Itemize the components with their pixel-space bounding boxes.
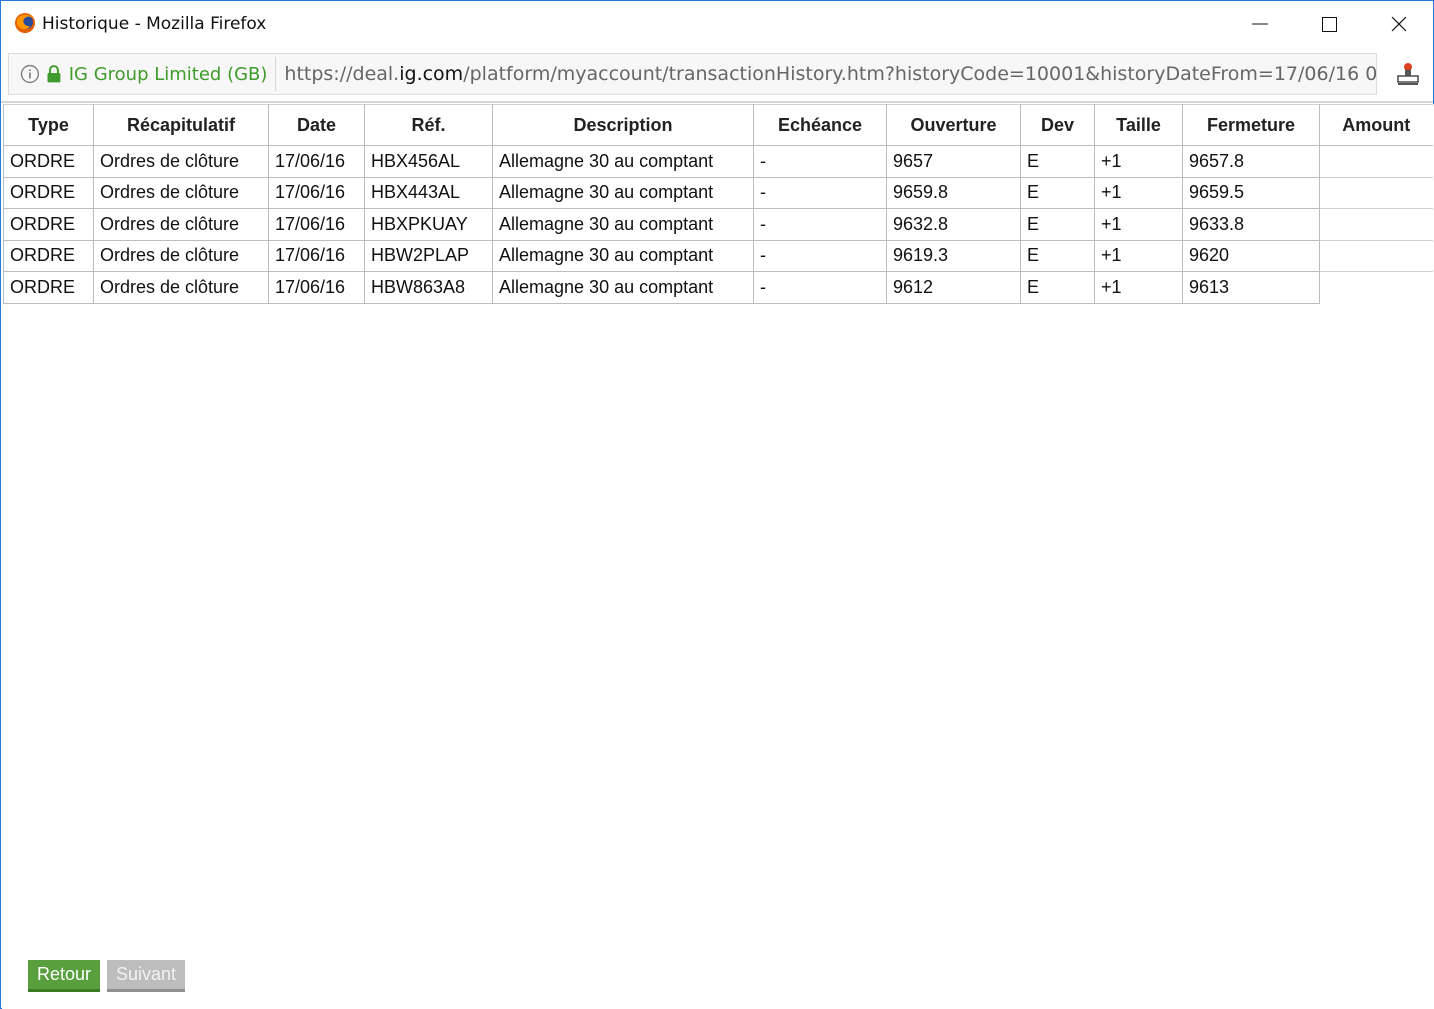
table-cell: E (1020, 239, 1095, 272)
table-cell: 9657.8 (1182, 145, 1320, 178)
table-cell: ORDRE (3, 208, 94, 241)
table-cell: ORDRE (3, 176, 94, 209)
column-header: Dev (1020, 104, 1095, 146)
site-identity[interactable]: IG Group Limited (GB) (69, 64, 268, 85)
url-prefix: https://deal. (284, 63, 400, 85)
table-cell: 9657 (886, 145, 1021, 178)
navigation-bar: IG Group Limited (GB) https://deal.ig.co… (1, 47, 1433, 103)
table-cell: 9613 (1182, 271, 1320, 304)
transaction-history-table: Type Récapitulatif Date Réf. Description Eché… (3, 104, 1433, 304)
amount-cell (1319, 176, 1433, 209)
table-cell: Ordres de clôture (93, 271, 269, 304)
info-icon[interactable] (20, 64, 40, 84)
lock-icon (47, 65, 61, 83)
table-cell: 17/06/16 (268, 176, 365, 209)
amount-cell (1319, 145, 1433, 177)
table-row: ORDRE Ordres de clôture 17/06/16 HBW2PLAP Al… (3, 239, 1433, 272)
table-cell: Ordres de clôture (93, 145, 269, 178)
maximize-icon (1321, 16, 1337, 32)
table-cell: 9612 (886, 271, 1021, 304)
stamp-icon[interactable] (1395, 61, 1421, 87)
table-cell: ORDRE (3, 271, 94, 304)
url-suffix: /platform/myaccount/transactionHistory.h… (463, 63, 1376, 85)
table-cell: HBW2PLAP (364, 239, 493, 272)
column-header: Description (492, 104, 754, 146)
table-cell: +1 (1094, 271, 1183, 304)
table-cell: - (753, 176, 887, 209)
amount-cell (1319, 271, 1433, 303)
table-cell: - (753, 271, 887, 304)
column-header: Fermeture (1182, 104, 1320, 146)
url-domain: ig.com (399, 63, 464, 85)
table-cell: 9659.5 (1182, 176, 1320, 209)
column-header: Type (3, 104, 94, 146)
table-cell: +1 (1094, 176, 1183, 209)
maximize-button[interactable] (1294, 1, 1364, 47)
table-row: ORDRE Ordres de clôture 17/06/16 HBX456AL Al… (3, 145, 1433, 178)
table-cell: Ordres de clôture (93, 239, 269, 272)
table-cell: 9632.8 (886, 208, 1021, 241)
table-cell: Allemagne 30 au comptant (492, 271, 754, 304)
table-cell: 9619.3 (886, 239, 1021, 272)
table-cell: - (753, 239, 887, 272)
table-cell: 17/06/16 (268, 239, 365, 272)
table-cell: 17/06/16 (268, 271, 365, 304)
column-header: Réf. (364, 104, 493, 146)
firefox-icon (15, 13, 35, 33)
browser-window: Historique - Mozilla Firefox IG Group Li… (0, 0, 1434, 1009)
table-row: ORDRE Ordres de clôture 17/06/16 HBXPKUAY Al… (3, 208, 1433, 241)
table-cell: 9620 (1182, 239, 1320, 272)
table-cell: HBX456AL (364, 145, 493, 178)
column-header: Date (268, 104, 365, 146)
page-content: Type Récapitulatif Date Réf. Description Eché… (2, 104, 1434, 1009)
table-cell: E (1020, 176, 1095, 209)
table-cell: - (753, 145, 887, 178)
table-cell: ORDRE (3, 145, 94, 178)
table-cell: HBX443AL (364, 176, 493, 209)
table-row: ORDRE Ordres de clôture 17/06/16 HBX443AL Al… (3, 176, 1433, 209)
table-cell: - (753, 208, 887, 241)
table-cell: Allemagne 30 au comptant (492, 145, 754, 178)
close-button[interactable] (1364, 1, 1434, 47)
table-cell: +1 (1094, 239, 1183, 272)
column-header: Amount (1319, 104, 1433, 146)
column-header: Ouverture (886, 104, 1021, 146)
minimize-icon (1252, 23, 1268, 25)
table-cell: 17/06/16 (268, 145, 365, 178)
table-cell: HBXPKUAY (364, 208, 493, 241)
close-icon (1391, 16, 1407, 32)
amount-cell (1319, 239, 1433, 272)
table-cell: 9659.8 (886, 176, 1021, 209)
table-cell: HBW863A8 (364, 271, 493, 304)
column-header: Echéance (753, 104, 887, 146)
table-cell: 17/06/16 (268, 208, 365, 241)
table-cell: E (1020, 208, 1095, 241)
table-cell: Ordres de clôture (93, 176, 269, 209)
table-cell: Allemagne 30 au comptant (492, 208, 754, 241)
table-cell: E (1020, 271, 1095, 304)
table-cell: +1 (1094, 208, 1183, 241)
title-bar: Historique - Mozilla Firefox (1, 1, 1433, 47)
next-button[interactable]: Suivant (107, 960, 185, 992)
url-bar[interactable]: IG Group Limited (GB) https://deal.ig.co… (8, 53, 1377, 95)
url-separator (275, 57, 277, 91)
table-header-row: Type Récapitulatif Date Réf. Description Eché… (3, 104, 1433, 146)
table-row: ORDRE Ordres de clôture 17/06/16 HBW863A8 Al… (3, 271, 1433, 304)
url-text[interactable]: https://deal.ig.com/platform/myaccount/t… (284, 63, 1376, 85)
table-cell: Ordres de clôture (93, 208, 269, 241)
amount-cell (1319, 208, 1433, 240)
column-header: Récapitulatif (93, 104, 269, 146)
table-cell: Allemagne 30 au comptant (492, 239, 754, 272)
table-cell: +1 (1094, 145, 1183, 178)
table-cell: ORDRE (3, 239, 94, 272)
window-title: Historique - Mozilla Firefox (42, 14, 267, 34)
back-button[interactable]: Retour (28, 960, 100, 992)
table-cell: 9633.8 (1182, 208, 1320, 241)
minimize-button[interactable] (1225, 1, 1295, 47)
column-header: Taille (1094, 104, 1183, 146)
table-cell: E (1020, 145, 1095, 178)
table-cell: Allemagne 30 au comptant (492, 176, 754, 209)
